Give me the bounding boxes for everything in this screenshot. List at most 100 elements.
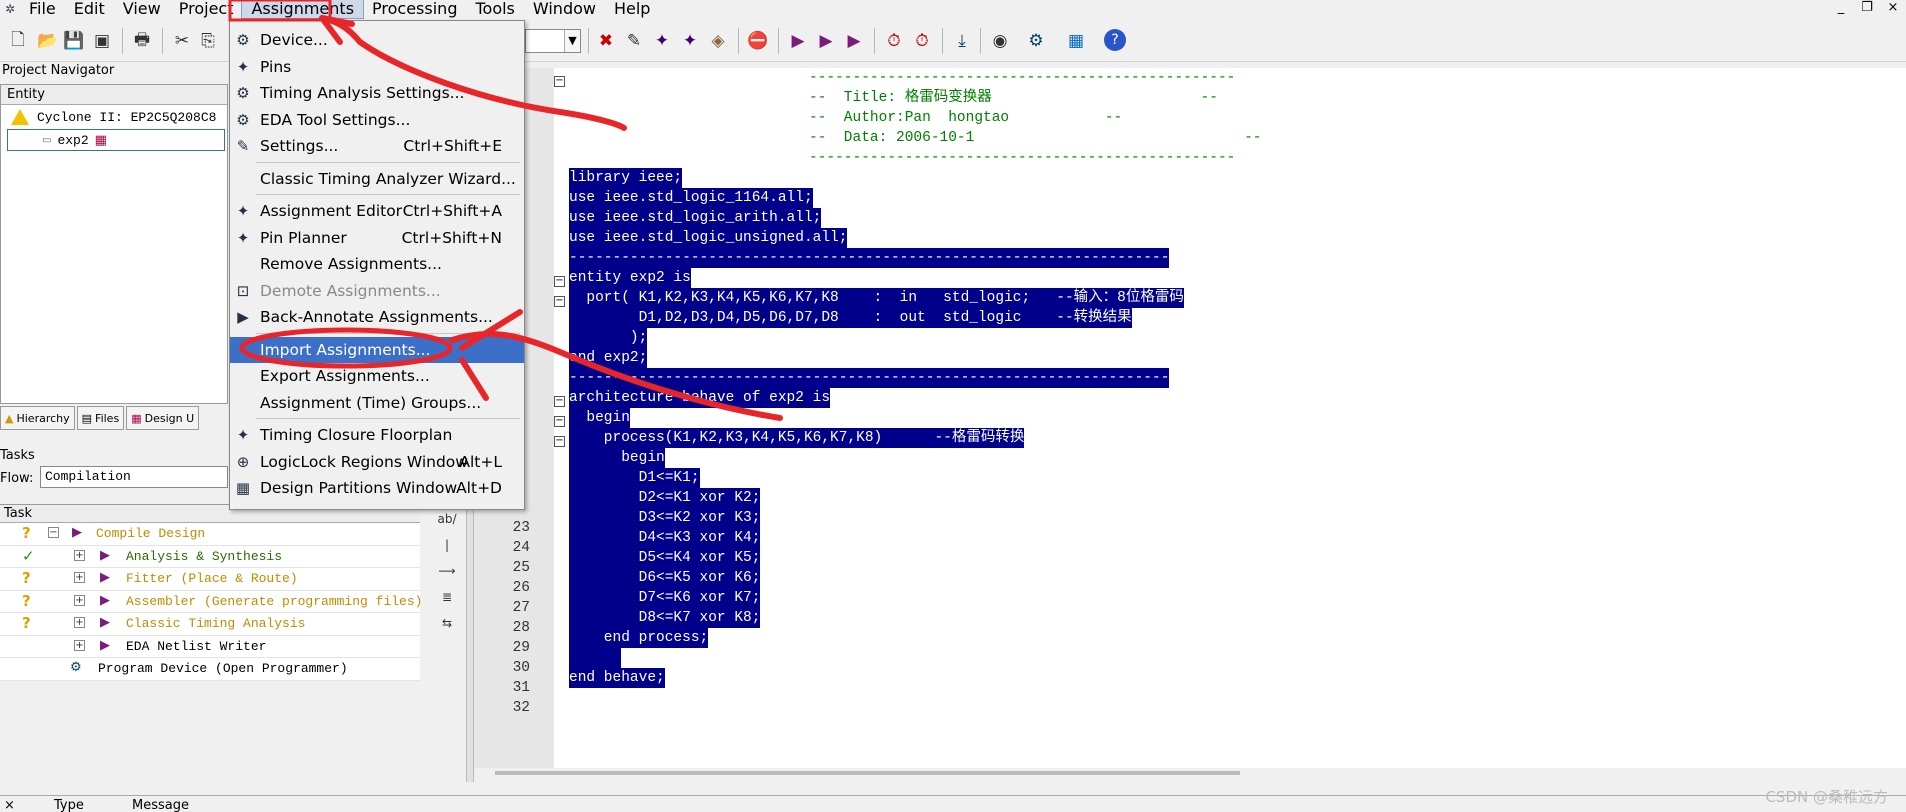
menu-item-assignment-time-groups[interactable]: Assignment (Time) Groups... <box>230 390 524 416</box>
horizontal-scrollbar[interactable] <box>495 771 1240 775</box>
open-folder-icon[interactable]: 📂 <box>36 29 60 53</box>
task-row[interactable]: ? − ▶ Compile Design <box>0 523 420 546</box>
expand-icon[interactable]: + <box>74 572 85 583</box>
code-line[interactable]: ----------------------------------------… <box>569 248 1170 268</box>
menu-tools[interactable]: Tools <box>466 0 523 18</box>
start-timing-icon[interactable]: ▶ <box>842 29 866 53</box>
code-line[interactable]: library ieee; <box>569 168 683 188</box>
code-line[interactable]: entity exp2 is <box>569 268 691 288</box>
pin-icon[interactable]: ✦ <box>678 29 702 53</box>
fold-toggle[interactable]: − <box>554 416 565 427</box>
simulator-icon[interactable]: ⤓ <box>950 29 974 53</box>
start-analysis-icon[interactable]: ▶ <box>814 29 838 53</box>
code-line[interactable]: D6<=K5 xor K6; <box>569 568 761 588</box>
expand-icon[interactable]: + <box>74 594 85 606</box>
word-wrap-icon[interactable]: ab/ <box>430 512 464 538</box>
menu-help[interactable]: Help <box>605 0 659 18</box>
tab-files[interactable]: ▤ Files <box>76 406 125 430</box>
expand-icon[interactable]: + <box>74 549 85 561</box>
minimize-button[interactable]: _ <box>1828 0 1854 18</box>
close-button[interactable]: × <box>1880 0 1906 18</box>
task-row[interactable]: ✓ + ▶ Analysis & Synthesis <box>0 546 420 568</box>
code-line[interactable]: ----------------------------------------… <box>569 368 1170 388</box>
menu-item-timing-closure-floorplan[interactable]: ✦ Timing Closure Floorplan <box>230 422 524 448</box>
assign-icon[interactable]: ✦ <box>650 29 674 53</box>
collapse-icon[interactable]: − <box>48 527 59 538</box>
code-line[interactable]: D8<=K7 xor K8; <box>569 608 761 628</box>
fold-toggle[interactable]: − <box>554 296 565 307</box>
code-line[interactable]: end process; <box>569 628 709 648</box>
copy-icon[interactable]: ⎘ <box>196 29 220 53</box>
code-line[interactable]: use ieee.std_logic_arith.all; <box>569 208 822 228</box>
entity-row[interactable]: ▭ exp2 ▦ <box>7 129 225 151</box>
menu-item-pins[interactable]: ✦ Pins <box>230 54 524 80</box>
task-row[interactable]: ? + ▶ Fitter (Place & Route) <box>0 568 420 591</box>
save-icon[interactable]: 💾 <box>62 29 86 53</box>
code-area[interactable]: ----------------------------------------… <box>569 68 1899 768</box>
menu-item-settings[interactable]: ✎ Settings... Ctrl+Shift+E <box>230 133 524 159</box>
print-icon[interactable]: 🖶 <box>130 29 154 53</box>
type-column-header[interactable]: Type <box>54 798 84 812</box>
menu-view[interactable]: View <box>114 0 170 18</box>
code-line[interactable]: begin <box>569 448 665 468</box>
fold-toggle[interactable]: − <box>554 396 565 407</box>
menu-assignments[interactable]: Assignments <box>241 0 365 19</box>
menu-item-pin-planner[interactable]: ✦ Pin Planner Ctrl+Shift+N <box>230 225 524 251</box>
menu-project[interactable]: Project <box>170 0 243 18</box>
expand-icon[interactable]: + <box>74 617 85 628</box>
programmer-icon[interactable]: ⚙ <box>1024 29 1048 53</box>
fold-toggle[interactable]: − <box>554 76 565 87</box>
task-row[interactable]: + ▶ EDA Netlist Writer <box>0 636 420 658</box>
menu-item-demote-assignments[interactable]: ⊡ Demote Assignments... <box>230 278 524 304</box>
menu-item-import-assignments[interactable]: Import Assignments... <box>230 336 524 363</box>
new-file-icon[interactable]: 🗋 <box>6 29 30 53</box>
menu-item-timing-analysis-settings[interactable]: ⚙ Timing Analysis Settings... <box>230 80 524 106</box>
fold-toggle[interactable]: − <box>554 276 565 287</box>
cut-icon[interactable]: ✂ <box>170 29 194 53</box>
message-column-header[interactable]: Message <box>132 798 189 812</box>
code-line[interactable]: ----------------------------------------… <box>809 68 1235 88</box>
code-line[interactable]: D7<=K6 xor K7; <box>569 588 761 608</box>
comment-icon[interactable]: ≣ <box>430 590 464 616</box>
entity-column-header[interactable]: Entity <box>1 85 227 105</box>
timing-analyzer-icon[interactable]: ⏱ <box>882 29 906 53</box>
device-row[interactable]: Cyclone II: EP2C5Q208C8 <box>1 105 227 129</box>
code-editor[interactable]: 23 24 25 26 27 28 29 30 31 32 − − − − − … <box>474 68 1906 768</box>
indent-icon[interactable]: ⟶ <box>430 564 464 590</box>
code-line[interactable]: -- Author:Pan hongtao -- <box>809 108 1122 128</box>
fold-toggle[interactable]: − <box>554 436 565 447</box>
code-line[interactable]: D1,D2,D3,D4,D5,D6,D7,D8 : out std_logic … <box>569 308 1132 328</box>
stop-icon[interactable]: ⛔ <box>746 29 770 53</box>
task-row[interactable]: ? + ▶ Assembler (Generate programming fi… <box>0 591 422 613</box>
menu-item-back-annotate-assignments[interactable]: ▶ Back-Annotate Assignments... <box>230 304 524 330</box>
code-line[interactable]: process(K1,K2,K3,K4,K5,K6,K7,K8) --格雷码转换 <box>569 428 1025 448</box>
help-icon[interactable]: ? <box>1104 29 1126 51</box>
code-line[interactable]: end exp2; <box>569 348 648 368</box>
code-line[interactable]: D5<=K4 xor K5; <box>569 548 761 568</box>
code-line[interactable]: ----------------------------------------… <box>809 148 1235 168</box>
code-line[interactable]: use ieee.std_logic_unsigned.all; <box>569 228 848 248</box>
code-line[interactable]: end behave; <box>569 668 665 688</box>
menu-item-remove-assignments[interactable]: Remove Assignments... <box>230 251 524 277</box>
code-line[interactable]: use ieee.std_logic_1164.all; <box>569 188 813 208</box>
timequest-icon[interactable]: ⏱ <box>910 29 934 53</box>
rtl-viewer-icon[interactable]: ▦ <box>1064 29 1088 53</box>
restore-button[interactable]: ❐ <box>1854 0 1880 18</box>
menu-item-device[interactable]: ⚙ Device... <box>230 27 524 53</box>
code-line[interactable]: -- Data: 2006-10-1 -- <box>809 128 1261 148</box>
code-line[interactable]: port( K1,K2,K3,K4,K5,K6,K7,K8 : in std_l… <box>569 288 1184 308</box>
close-pane-icon[interactable]: × <box>4 798 15 812</box>
code-line[interactable] <box>569 648 622 668</box>
code-line[interactable]: D3<=K2 xor K3; <box>569 508 761 528</box>
pencil-icon[interactable]: ✎ <box>622 29 646 53</box>
toolbar-combo[interactable]: ▼ <box>525 29 581 53</box>
menu-file[interactable]: File <box>20 0 65 18</box>
code-line[interactable]: -- Title: 格雷码变换器 -- <box>809 88 1218 108</box>
save-all-icon[interactable]: ▣ <box>90 29 114 53</box>
task-row[interactable]: ⚙ Program Device (Open Programmer) <box>0 658 420 681</box>
code-line[interactable]: architecture behave of exp2 is <box>569 388 831 408</box>
cursor-icon[interactable]: | <box>430 538 464 564</box>
menu-edit[interactable]: Edit <box>65 0 114 18</box>
menu-item-classic-timing-analyzer-wizard[interactable]: Classic Timing Analyzer Wizard... <box>230 166 524 192</box>
swap-icon[interactable]: ⇆ <box>430 616 464 642</box>
